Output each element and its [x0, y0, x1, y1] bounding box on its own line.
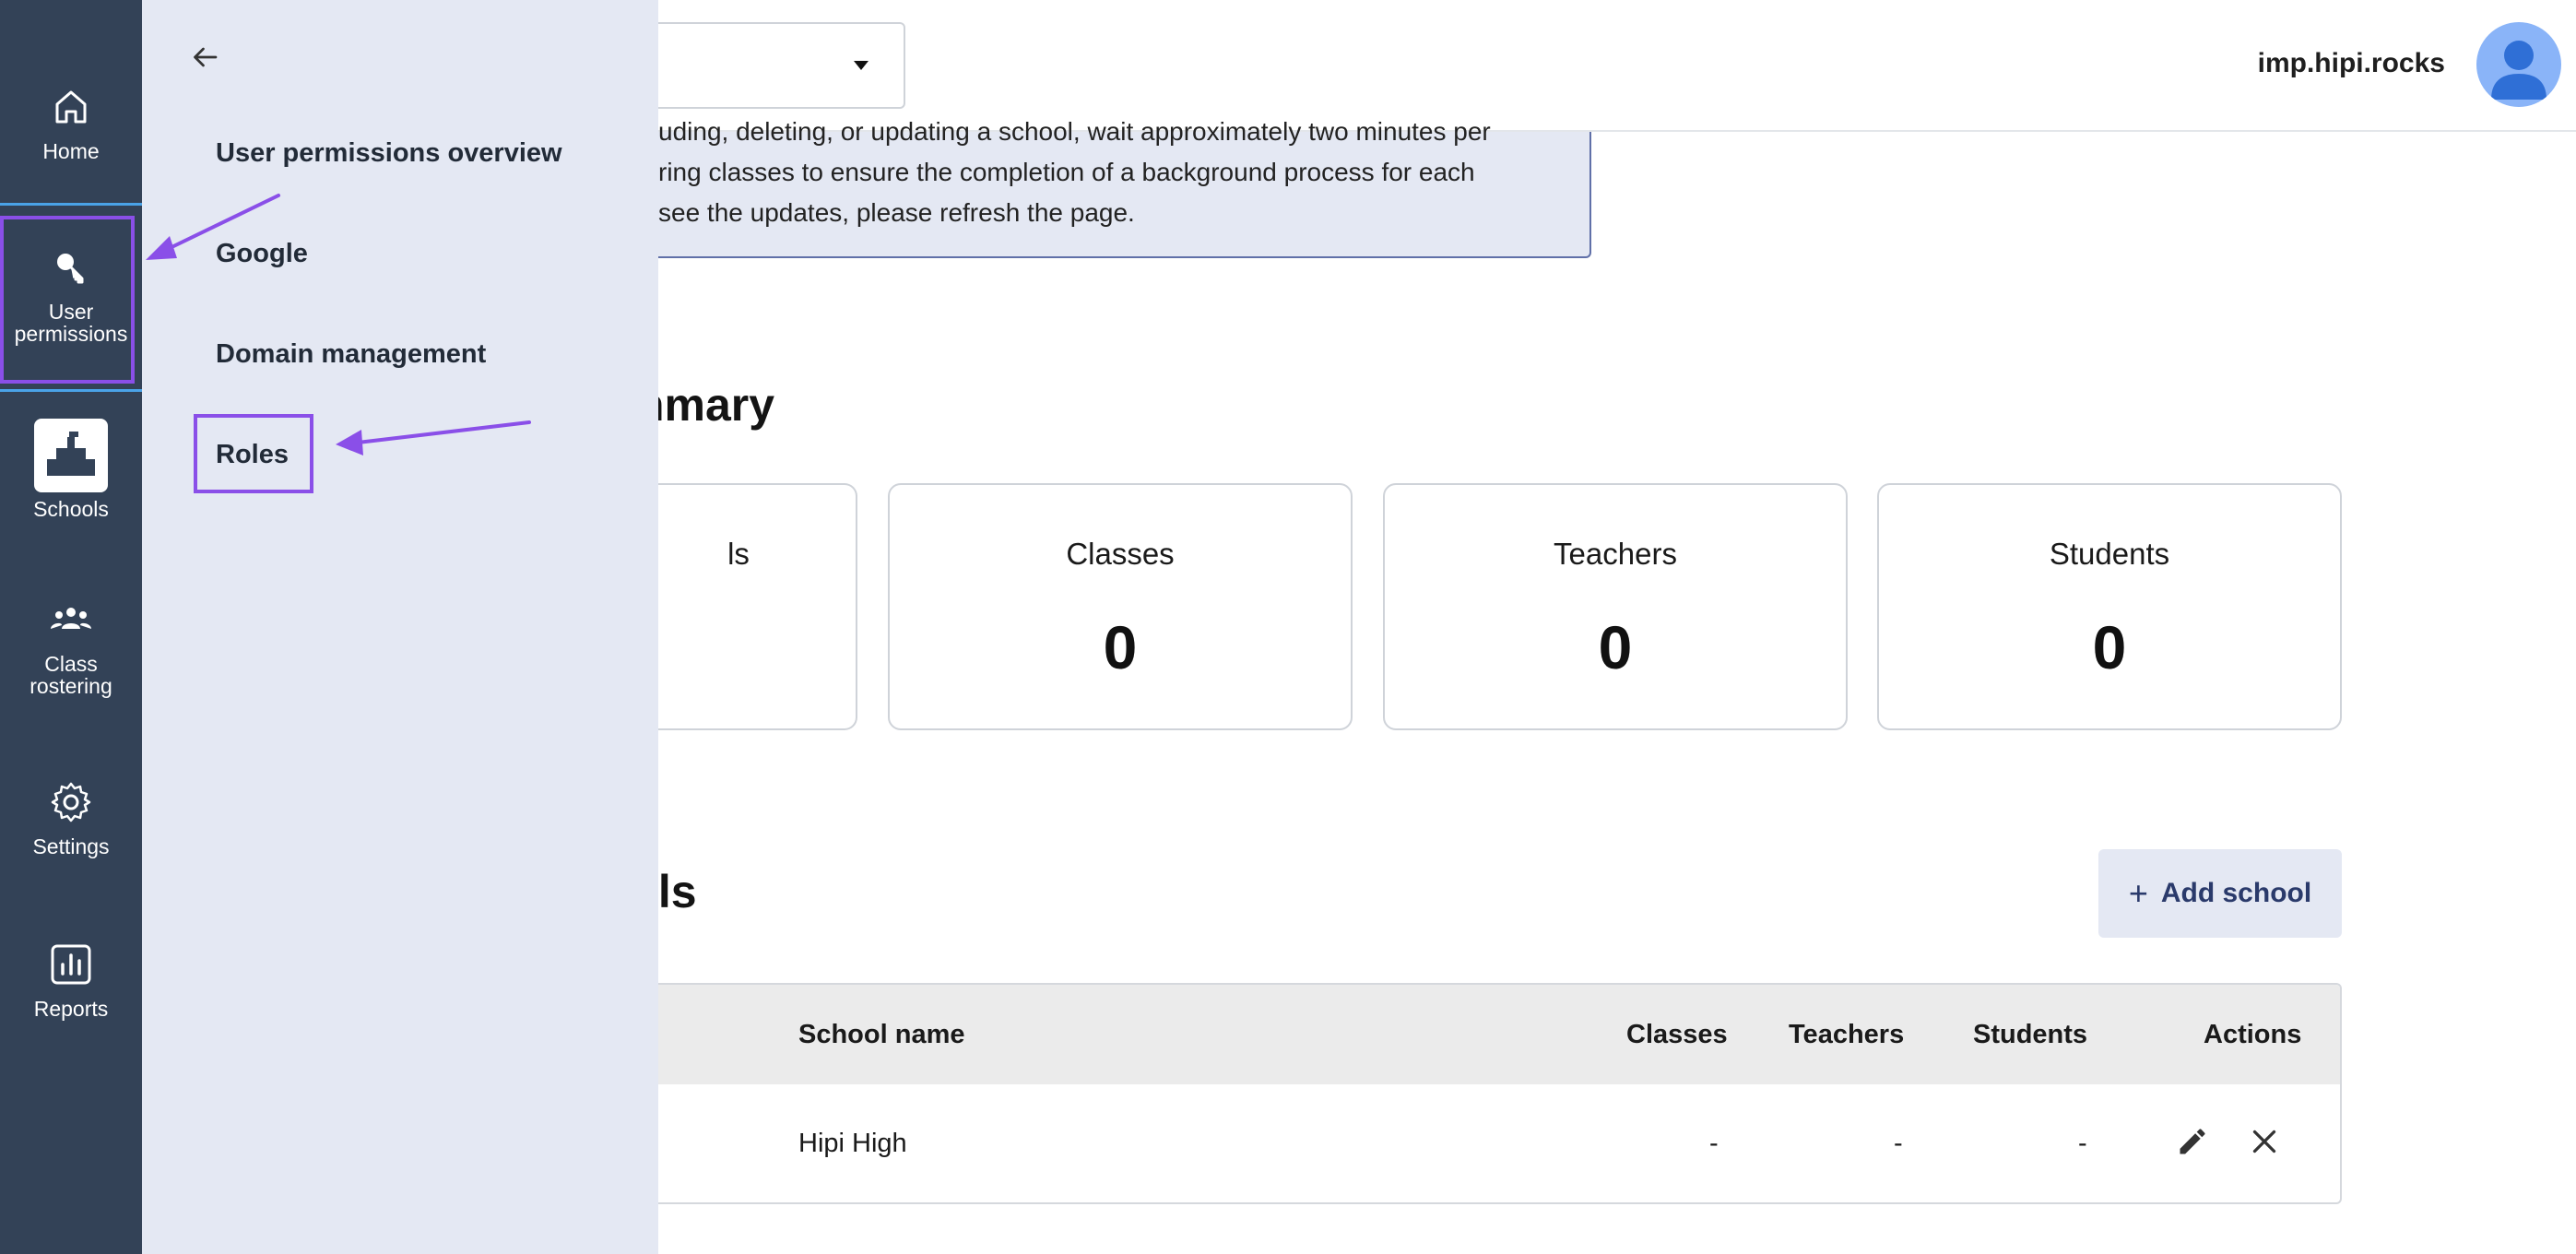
- nav-item-schools[interactable]: Schools: [0, 419, 142, 520]
- highlight-box-user-permissions: [0, 216, 135, 384]
- th-students[interactable]: Students: [1973, 1020, 2087, 1050]
- cell-school-name: Hipi High: [798, 1129, 907, 1158]
- nav-label-line1: Class: [44, 652, 98, 676]
- flyout-item-google[interactable]: Google: [216, 239, 308, 269]
- user-avatar-icon: [2491, 41, 2546, 100]
- plus-icon: +: [2128, 874, 2148, 912]
- nav-label: Settings: [32, 834, 110, 858]
- nav-item-reports[interactable]: Reports: [0, 942, 142, 1020]
- card-value: 0: [2092, 613, 2127, 681]
- nav-item-class-rostering[interactable]: Class rostering: [0, 597, 142, 697]
- notice-line-3: see the updates, please refresh the page…: [658, 198, 1135, 227]
- cell-students: -: [2078, 1129, 2087, 1158]
- highlight-box-roles: [194, 414, 313, 493]
- chevron-down-icon: [854, 61, 869, 70]
- cell-teachers: -: [1894, 1129, 1903, 1158]
- summary-card-classes: Classes 0: [888, 483, 1353, 730]
- summary-card-teachers: Teachers 0: [1383, 483, 1848, 730]
- nav-label-line2: rostering: [30, 674, 112, 698]
- people-group-icon: [51, 608, 91, 629]
- nav-label: Home: [42, 139, 100, 163]
- delete-close-icon[interactable]: [2248, 1125, 2281, 1158]
- edit-pencil-icon[interactable]: [2176, 1125, 2209, 1158]
- summary-card-schools: ls: [658, 483, 857, 730]
- cell-classes: -: [1709, 1129, 1719, 1158]
- bar-chart-icon: [51, 944, 91, 985]
- nav-item-settings[interactable]: Settings: [0, 780, 142, 858]
- app-root: imp.hipi.rocks uding, deleting, or updat…: [0, 0, 2576, 1254]
- domain-label: imp.hipi.rocks: [2257, 48, 2445, 78]
- notice-line-1: uding, deleting, or updating a school, w…: [658, 117, 1491, 146]
- card-value: 0: [1103, 613, 1138, 681]
- flyout-item-domain-management[interactable]: Domain management: [216, 339, 486, 370]
- back-arrow-icon[interactable]: [188, 41, 221, 74]
- card-label: Classes: [1066, 537, 1175, 571]
- flyout-item-overview[interactable]: User permissions overview: [216, 138, 562, 169]
- notice-line-2: ring classes to ensure the completion of…: [658, 158, 1475, 186]
- card-value: 0: [1598, 613, 1633, 681]
- card-label: Teachers: [1554, 537, 1677, 571]
- active-indicator-top: [0, 203, 142, 206]
- gear-icon: [51, 782, 91, 822]
- nav-item-home[interactable]: Home: [0, 85, 142, 162]
- active-indicator-bottom: [0, 389, 142, 392]
- info-notice: uding, deleting, or updating a school, w…: [658, 117, 1591, 258]
- th-teachers[interactable]: Teachers: [1789, 1020, 1904, 1050]
- add-school-button[interactable]: + Add school: [2098, 849, 2342, 938]
- organization-dropdown[interactable]: [658, 22, 905, 109]
- th-actions: Actions: [2204, 1020, 2302, 1049]
- schools-table: School name Classes Teachers Students Ac…: [658, 983, 2342, 1204]
- card-label: Students: [2049, 537, 2170, 571]
- table-header: School name Classes Teachers Students Ac…: [658, 985, 2340, 1084]
- top-bar: imp.hipi.rocks: [658, 0, 2576, 132]
- user-permissions-flyout: User permissions overview Google Domain …: [142, 0, 658, 1254]
- th-school-name[interactable]: School name: [798, 1020, 965, 1050]
- avatar[interactable]: [2476, 22, 2561, 107]
- nav-label: Reports: [33, 997, 109, 1021]
- nav-rail: Home User permissions Schools Class rost…: [0, 0, 142, 1254]
- home-icon: [55, 90, 87, 124]
- nav-label: Schools: [33, 497, 109, 521]
- school-building-icon: [34, 419, 108, 492]
- add-school-label: Add school: [2160, 878, 2312, 908]
- summary-card-students: Students 0: [1877, 483, 2342, 730]
- th-classes[interactable]: Classes: [1626, 1020, 1728, 1050]
